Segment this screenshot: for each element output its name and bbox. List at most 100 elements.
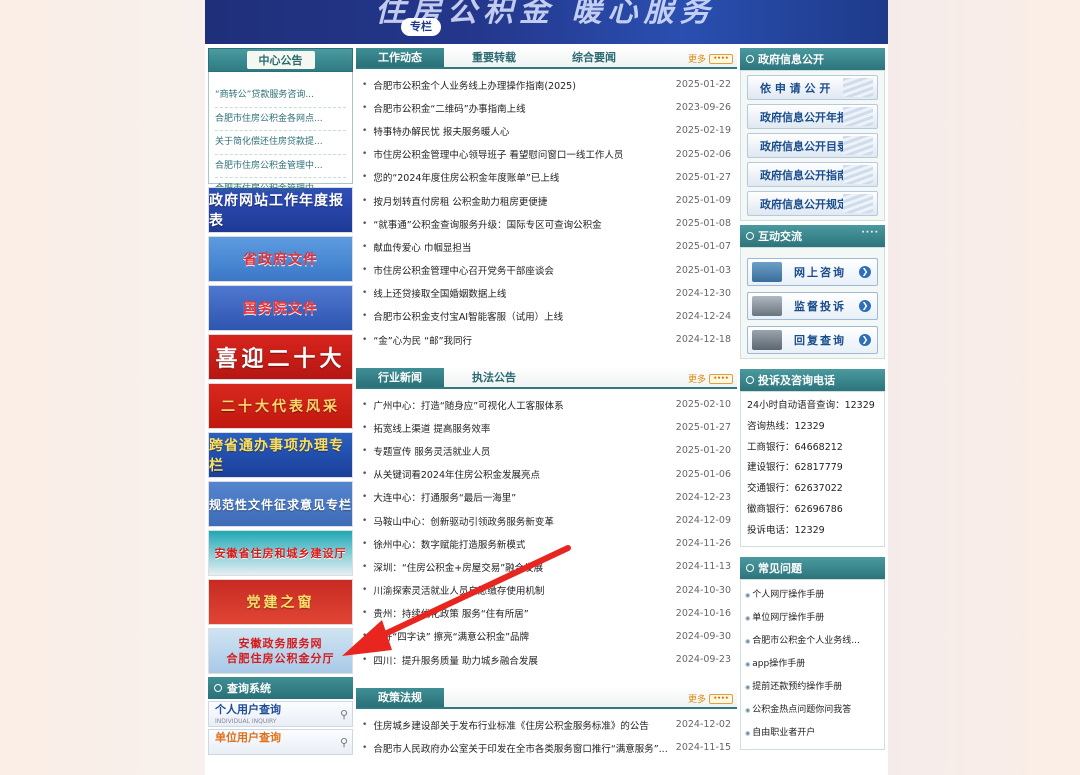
banner-welcome-20th[interactable]: 喜迎二十大 xyxy=(208,334,353,380)
notice-item[interactable]: 合肥市住房公积金各网点... xyxy=(215,108,346,131)
news-date: 2025-02-19 xyxy=(675,125,731,137)
faq-item[interactable]: 自由职业者开户 xyxy=(745,722,880,745)
tab-enforcement[interactable]: 执法公告 xyxy=(444,368,544,387)
tab-reprints[interactable]: 重要转载 xyxy=(444,48,544,67)
news-item[interactable]: • 大连中心：打通服务“最后一海里” 2024-12-23 xyxy=(362,486,731,509)
complaint-button[interactable]: 监督投诉 ❯ xyxy=(747,292,878,320)
notice-header: 中心公告 xyxy=(208,48,353,72)
tab-general-news[interactable]: 综合要闻 xyxy=(544,48,644,67)
news-item[interactable]: • 川渝探索灵活就业人员自愿缴存使用机制 2024-10-30 xyxy=(362,579,731,602)
gov-info-guide-button[interactable]: 政府信息公开指南 xyxy=(747,162,878,187)
news-item[interactable]: • 合肥市人民政府办公室关于印发在全市各类服务窗口推行“满意服务”... 2024-… xyxy=(362,736,731,759)
news-item[interactable]: • 拓宽线上渠道 提高服务效率 2025-01-27 xyxy=(362,416,731,439)
news-item[interactable]: • 市住房公积金管理中心领导班子 看望慰问窗口一线工作人员 2025-02-06 xyxy=(362,143,731,166)
notice-item[interactable]: 合肥市住房公积金管理中... xyxy=(215,155,346,178)
news-item[interactable]: • 从关键词看2024年住房公积金发展亮点 2025-01-06 xyxy=(362,463,731,486)
news-item[interactable]: • 深圳：“住房公积金+房屋交易”融合发展 2024-11-13 xyxy=(362,555,731,578)
query-unit-button[interactable]: 单位用户查询 ⚲ xyxy=(208,729,353,755)
tab-policies[interactable]: 政策法规 xyxy=(356,688,444,707)
gov-info-title: 政府信息公开 xyxy=(758,53,824,66)
banner-housing-dept[interactable]: 安徽省住房和城乡建设厅 xyxy=(208,530,353,576)
interact-panel: 网上咨询 ❯ 监督投诉 ❯ 回复查询 ❯ xyxy=(740,247,885,359)
phone-item: 咨询热线：12329 xyxy=(747,420,825,432)
gov-info-annual-button[interactable]: 政府信息公开年报 xyxy=(747,104,878,129)
bullet-icon: • xyxy=(362,742,368,753)
news-date: 2025-01-22 xyxy=(675,79,731,91)
faq-item[interactable]: 合肥市公积金个人业务线... xyxy=(745,630,880,653)
news-date: 2025-01-03 xyxy=(675,264,731,276)
banner-party-building[interactable]: 党建之窗 xyxy=(208,579,353,625)
banner-gov-annual-report[interactable]: 政府网站工作年度报表 xyxy=(208,187,353,233)
more-label: 更多 xyxy=(687,375,706,385)
news-item[interactable]: • “金”心为民 “邮”我同行 2024-12-18 xyxy=(362,328,731,351)
news-title: 四川：提升服务质量 助力城乡融合发展 xyxy=(373,655,538,667)
gov-info-catalog-button[interactable]: 政府信息公开目录 xyxy=(747,133,878,158)
news-item[interactable]: • 广州中心：打造“随身应”可视化人工客服体系 2025-02-10 xyxy=(362,393,731,416)
bullet-icon: • xyxy=(362,334,368,345)
news-item[interactable]: • 市住房公积金管理中心召开党务干部座谈会 2025-01-03 xyxy=(362,259,731,282)
news-date: 2025-01-27 xyxy=(675,422,731,434)
circle-icon xyxy=(214,684,222,692)
bullet-icon: • xyxy=(362,492,368,503)
gov-info-apply-button[interactable]: 依 申 请 公 开 xyxy=(747,75,878,100)
news-item[interactable]: • 住房城乡建设部关于发布行业标准《住房公积金服务标准》的公告 2024-12-02 xyxy=(362,713,731,736)
news-item[interactable]: • 贵州：持续优化政策 服务“住有所居” 2024-10-16 xyxy=(362,602,731,625)
news-date: 2025-01-06 xyxy=(675,468,731,480)
phone-item: 投诉电话：12329 xyxy=(747,524,825,536)
more-link[interactable]: 更多 •••• xyxy=(688,372,733,385)
news-item[interactable]: • “就事通”公积金查询服务升级：国际专区可查询公积金 2025-01-08 xyxy=(362,212,731,235)
banner-tag[interactable]: 专栏 xyxy=(401,18,441,36)
bullet-icon: • xyxy=(362,218,368,229)
news-item[interactable]: • 合肥市公积金个人业务线上办理操作指南(2025) 2025-01-22 xyxy=(362,73,731,96)
news-item[interactable]: • 马鞍山中心：创新驱动引领政务服务新变革 2024-12-09 xyxy=(362,509,731,532)
interact-header: 互动交流 ···· xyxy=(740,225,885,247)
news-title: 念好“四字诀” 擦亮“满意公积金”品牌 xyxy=(373,632,530,644)
banner-provincial-docs[interactable]: 省政府文件 xyxy=(208,236,353,282)
news-item[interactable]: • 线上还贷接取全国婚姻数据上线 2024-12-30 xyxy=(362,282,731,305)
news-title: 贵州：持续优化政策 服务“住有所居” xyxy=(373,609,529,621)
phone-item: 交通银行：62637022 xyxy=(747,483,843,495)
online-consult-button[interactable]: 网上咨询 ❯ xyxy=(747,258,878,286)
top-banner[interactable]: 住房公积金 暖心服务 专栏 xyxy=(205,0,888,44)
banner-state-council-docs[interactable]: 国务院文件 xyxy=(208,285,353,331)
news-item[interactable]: • 特事特办解民忧 报夫服务暖人心 2025-02-19 xyxy=(362,119,731,142)
phone-list: 24小时自动语音查询：12329 咨询热线：12329 工商银行：6466821… xyxy=(740,391,885,547)
bullet-icon: • xyxy=(362,422,368,433)
news-item[interactable]: • 您的“2024年度住房公积金年度账单”已上线 2025-01-27 xyxy=(362,166,731,189)
news-item[interactable]: • 合肥市公积金支付宝AI智能客服（试用）上线 2024-12-24 xyxy=(362,305,731,328)
faq-item[interactable]: 公积金热点问题你问我答 xyxy=(745,699,880,722)
faq-item[interactable]: 提前还款预约操作手册 xyxy=(745,676,880,699)
bullet-icon: • xyxy=(362,445,368,456)
phone-title: 投诉及咨询电话 xyxy=(758,374,835,387)
faq-item[interactable]: 单位网厅操作手册 xyxy=(745,607,880,630)
reply-query-button[interactable]: 回复查询 ❯ xyxy=(747,326,878,354)
faq-item[interactable]: 个人网厅操作手册 xyxy=(745,584,880,607)
news-item[interactable]: • 合肥市公积金“二维码”办事指南上线 2023-09-26 xyxy=(362,96,731,119)
more-link[interactable]: 更多 •••• xyxy=(688,52,733,65)
query-item-sub: INDIVIDUAL INQUIRY xyxy=(215,718,277,725)
more-link[interactable]: 更多 •••• xyxy=(688,692,733,705)
service-banner-line2: 合肥住房公积金分厅 xyxy=(226,652,335,665)
news-item[interactable]: • 徐州中心：数字赋能打造服务新模式 2024-11-26 xyxy=(362,532,731,555)
bullet-icon: • xyxy=(362,538,368,549)
news-item[interactable]: • 专题宣传 服务灵活就业人员 2025-01-20 xyxy=(362,439,731,462)
notice-item[interactable]: “商转公”贷款服务咨询... xyxy=(215,84,346,108)
news-item[interactable]: • 按月划转直付房租 公积金助力租房更便捷 2025-01-09 xyxy=(362,189,731,212)
faq-item[interactable]: app操作手册 xyxy=(745,653,880,676)
news-title: 专题宣传 服务灵活就业人员 xyxy=(373,446,491,458)
news-item[interactable]: • 献血传爱心 巾帼显担当 2025-01-07 xyxy=(362,235,731,258)
query-individual-button[interactable]: 个人用户查询 INDIVIDUAL INQUIRY ⚲ xyxy=(208,701,353,727)
banner-20th-representatives[interactable]: 二十大代表风采 xyxy=(208,383,353,429)
bullet-icon: • xyxy=(362,241,368,252)
notice-item[interactable]: 关于简化偿还住房贷款提... xyxy=(215,131,346,155)
tab-work-news[interactable]: 工作动态 xyxy=(356,48,444,67)
news-item[interactable]: • 四川：提升服务质量 助力城乡融合发展 2024-09-23 xyxy=(362,648,731,671)
tab-industry-news[interactable]: 行业新闻 xyxy=(356,368,444,387)
gov-info-rules-button[interactable]: 政府信息公开规定 xyxy=(747,191,878,216)
banner-cross-province[interactable]: 跨省通办事项办理专栏 xyxy=(208,432,353,478)
banner-gov-service-hall[interactable]: 安徽政务服务网 合肥住房公积金分厅 xyxy=(208,628,353,674)
bullet-icon: • xyxy=(362,585,368,596)
banner-normative-docs[interactable]: 规范性文件征求意见专栏 xyxy=(208,481,353,527)
arrow-right-icon: ❯ xyxy=(859,266,871,278)
news-item[interactable]: • 念好“四字诀” 擦亮“满意公积金”品牌 2024-09-30 xyxy=(362,625,731,648)
